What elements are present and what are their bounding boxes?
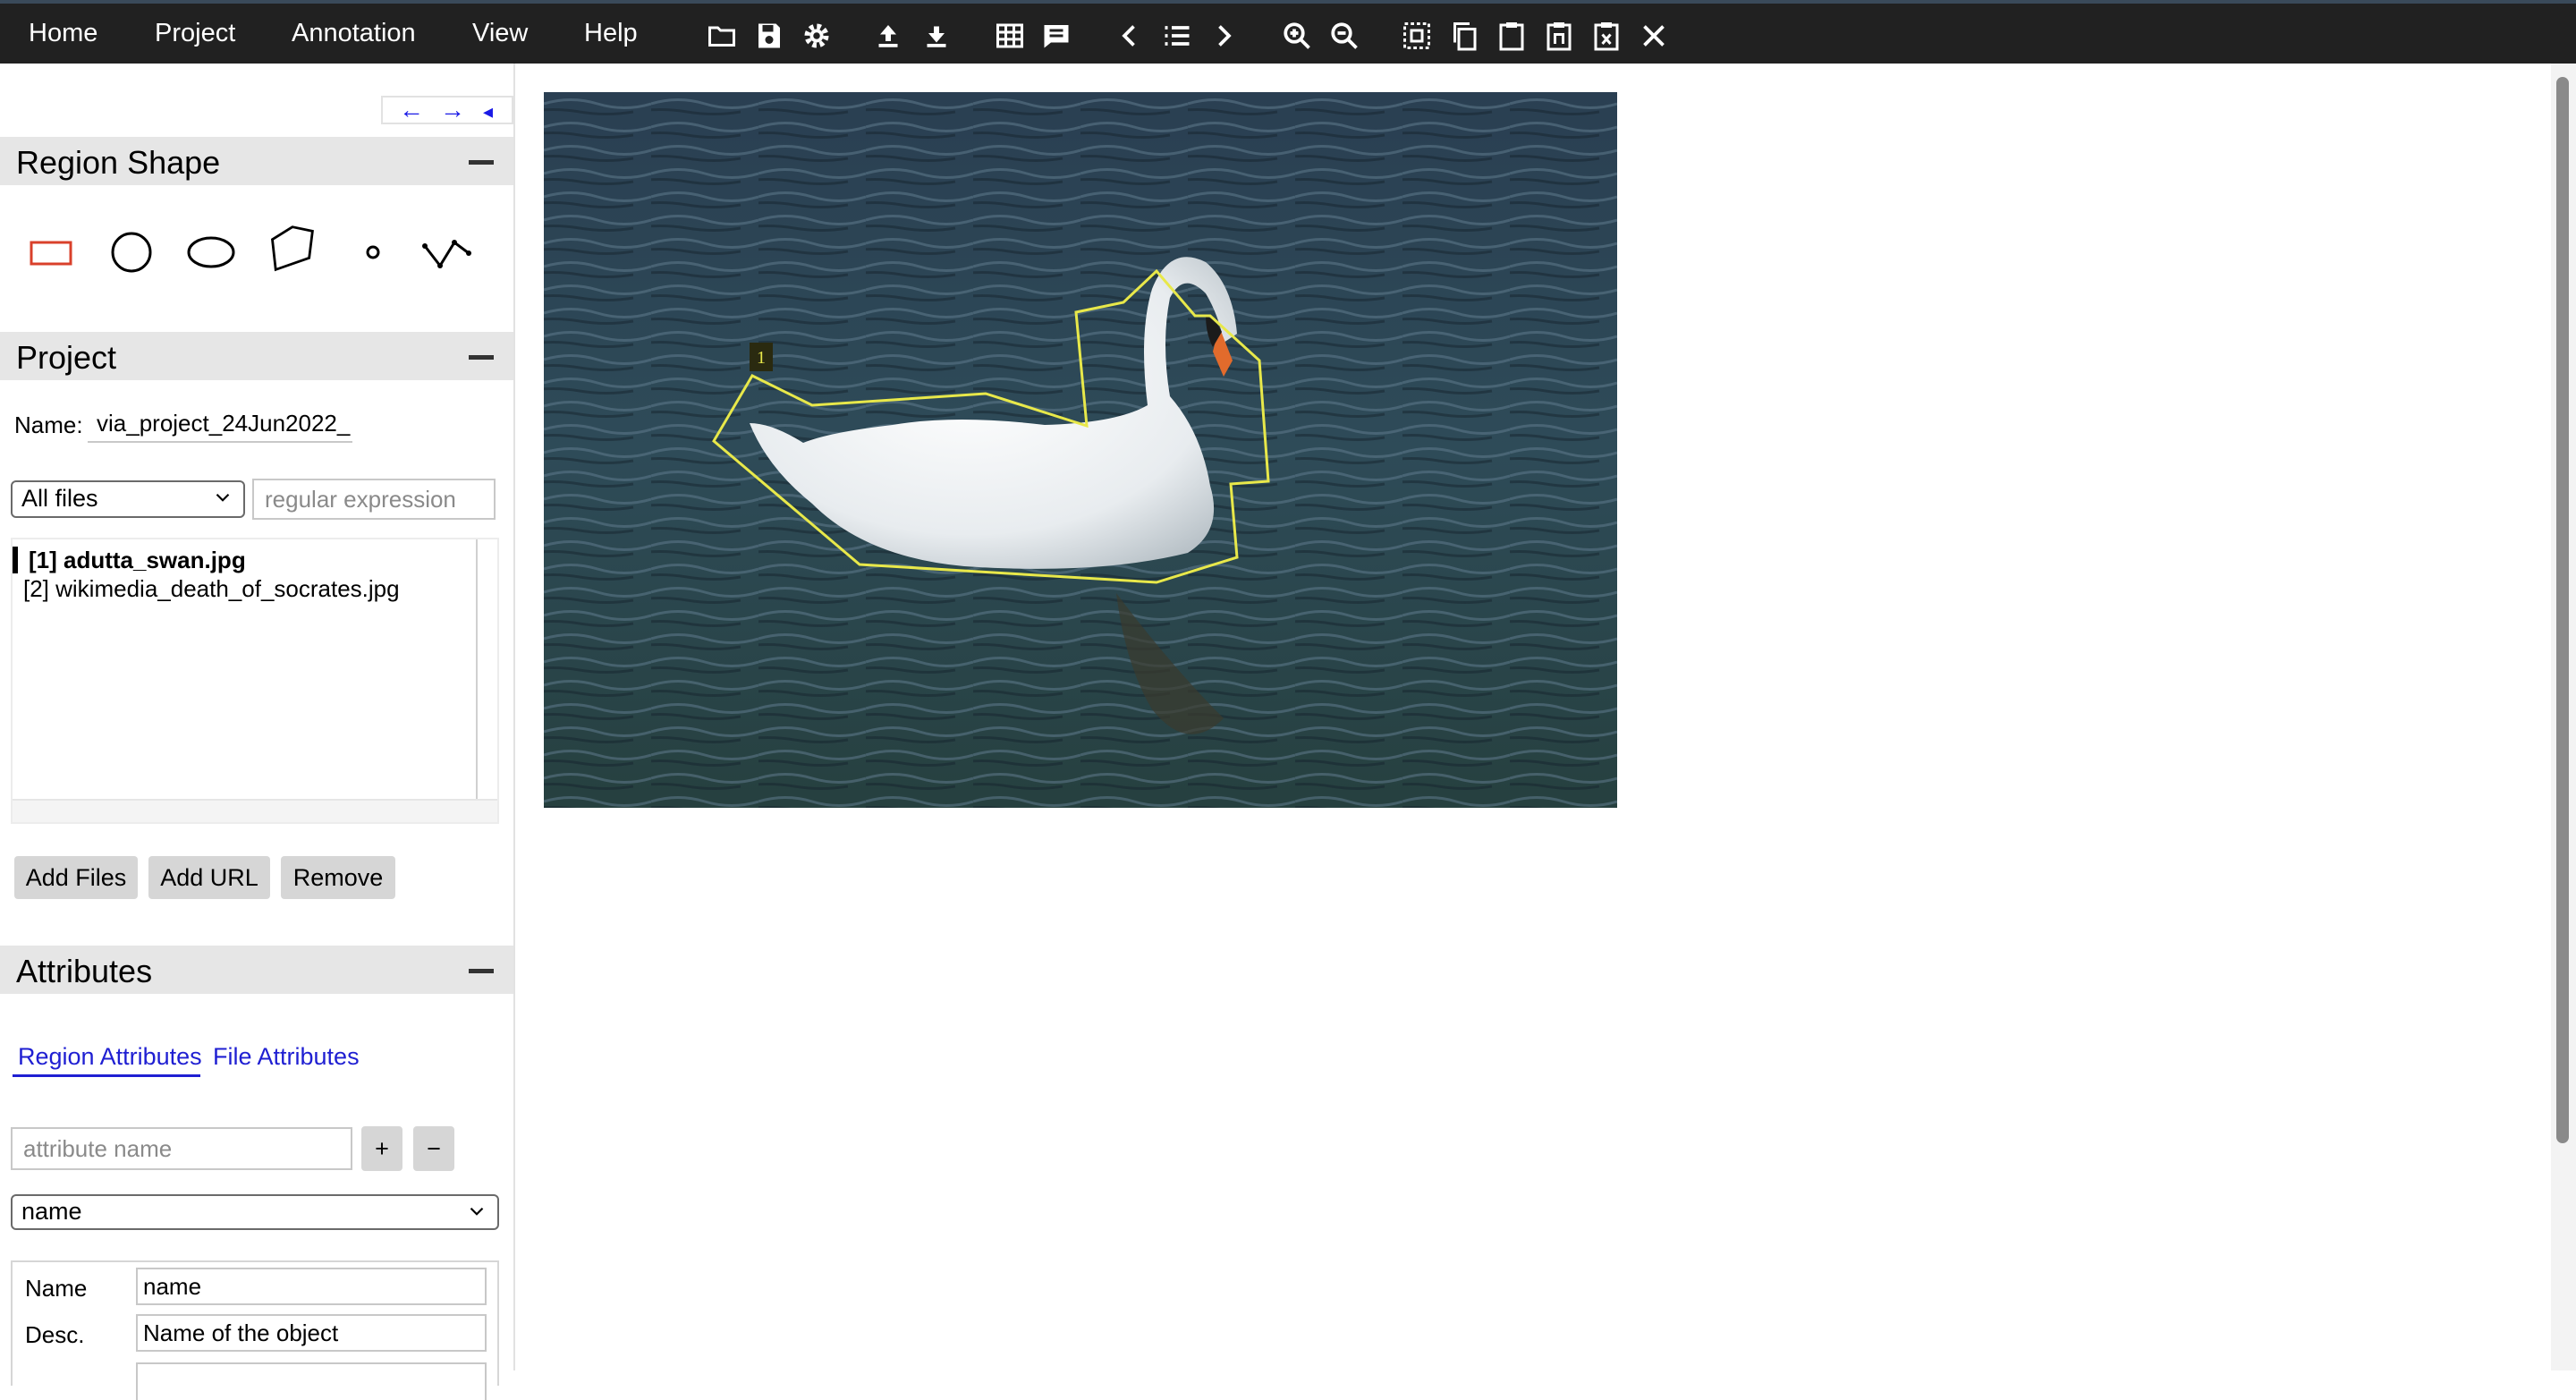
delete-region-icon[interactable] — [1590, 20, 1623, 52]
attr-desc-label: Desc. — [25, 1321, 85, 1348]
remove-attribute-button[interactable]: − — [413, 1126, 454, 1171]
collapse-minus-icon[interactable] — [469, 160, 494, 165]
previous-image-arrow[interactable]: ← — [399, 98, 424, 123]
chevron-down-icon — [216, 493, 230, 502]
attribute-name-input[interactable]: attribute name — [11, 1127, 352, 1170]
collapse-panel-arrow[interactable]: ◂ — [483, 99, 493, 124]
active-tab-underline — [13, 1074, 200, 1077]
add-files-button[interactable]: Add Files — [14, 856, 138, 899]
file-list-scrollbar[interactable] — [476, 539, 478, 801]
menu-home[interactable]: Home — [29, 18, 97, 48]
next-image-arrow[interactable]: → — [440, 98, 465, 123]
project-header[interactable]: Project — [0, 332, 513, 380]
image-canvas[interactable]: 1 — [544, 92, 1617, 808]
attr-name-label: Name — [25, 1275, 88, 1302]
zoom-in-icon[interactable] — [1281, 20, 1313, 52]
menu-view[interactable]: View — [472, 18, 528, 48]
chevron-right-icon[interactable] — [1208, 20, 1240, 52]
file-filter-value: All files — [21, 485, 98, 512]
save-icon[interactable] — [753, 20, 785, 52]
point-shape-icon[interactable] — [347, 226, 399, 278]
attribute-select-value: name — [21, 1198, 82, 1225]
menu-project[interactable]: Project — [155, 18, 235, 48]
attr-type-field-partial[interactable] — [136, 1362, 487, 1400]
file-list-horizontal-scrollbar[interactable] — [13, 799, 497, 822]
menu-help[interactable]: Help — [584, 18, 638, 48]
upload-icon[interactable] — [872, 20, 904, 52]
region-shape-title: Region Shape — [16, 144, 221, 181]
collapse-minus-icon[interactable] — [469, 969, 494, 973]
add-attribute-button[interactable]: + — [361, 1126, 402, 1171]
zoom-out-icon[interactable] — [1328, 20, 1360, 52]
file-filter-select[interactable]: All files — [11, 480, 245, 518]
project-name-label: Name: — [14, 412, 83, 438]
attributes-header[interactable]: Attributes — [0, 946, 513, 994]
file-item-1[interactable]: [1] adutta_swan.jpg — [13, 547, 246, 573]
file-list: [1] adutta_swan.jpg [2] wikimedia_death_… — [11, 538, 499, 824]
file-item-2[interactable]: [2] wikimedia_death_of_socrates.jpg — [23, 575, 400, 602]
attribute-select[interactable]: name — [11, 1194, 499, 1230]
attribute-properties-table: Name name Desc. Name of the object — [11, 1260, 499, 1400]
remove-button[interactable]: Remove — [281, 856, 395, 899]
circle-shape-icon[interactable] — [106, 226, 157, 278]
paste-n-icon[interactable] — [1543, 20, 1575, 52]
filter-regex-input[interactable]: regular expression — [252, 479, 496, 520]
project-name-field[interactable]: via_project_24Jun2022_ — [88, 403, 352, 443]
tab-file-attributes[interactable]: File Attributes — [213, 1042, 360, 1071]
select-all-icon[interactable] — [1401, 20, 1433, 52]
polyline-shape-icon[interactable] — [420, 226, 472, 278]
ellipse-shape-icon[interactable] — [185, 226, 237, 278]
tab-region-attributes[interactable]: Region Attributes — [18, 1042, 202, 1071]
add-url-button[interactable]: Add URL — [148, 856, 270, 899]
attributes-title: Attributes — [16, 953, 153, 989]
menu-bar: Home Project Annotation View Help — [0, 0, 2576, 64]
chevron-left-icon[interactable] — [1114, 20, 1146, 52]
polygon-shape-icon[interactable] — [266, 223, 318, 275]
close-icon[interactable] — [1638, 20, 1670, 52]
region-shape-header[interactable]: Region Shape — [0, 137, 513, 185]
region-label-text: 1 — [757, 348, 766, 368]
folder-open-icon[interactable] — [706, 20, 738, 52]
chevron-down-icon — [470, 1207, 484, 1216]
comment-icon[interactable] — [1040, 20, 1072, 52]
list-icon[interactable] — [1161, 20, 1193, 52]
grid-icon[interactable] — [994, 20, 1026, 52]
menu-annotation[interactable]: Annotation — [292, 18, 416, 48]
download-icon[interactable] — [920, 20, 953, 52]
attr-desc-field[interactable]: Name of the object — [136, 1314, 487, 1352]
collapse-minus-icon[interactable] — [469, 355, 494, 360]
image-nav-arrows: ← → ◂ — [381, 96, 513, 124]
gear-icon[interactable] — [801, 20, 833, 52]
copy-icon[interactable] — [1448, 20, 1480, 52]
paste-icon[interactable] — [1496, 20, 1528, 52]
project-title: Project — [16, 339, 117, 376]
left-sidebar: ← → ◂ Region Shape Project Name: via_pro… — [0, 64, 515, 1400]
attr-name-field[interactable]: name — [136, 1268, 487, 1305]
page-scrollbar-thumb[interactable] — [2556, 77, 2569, 1143]
rectangle-shape-icon[interactable] — [26, 226, 78, 278]
